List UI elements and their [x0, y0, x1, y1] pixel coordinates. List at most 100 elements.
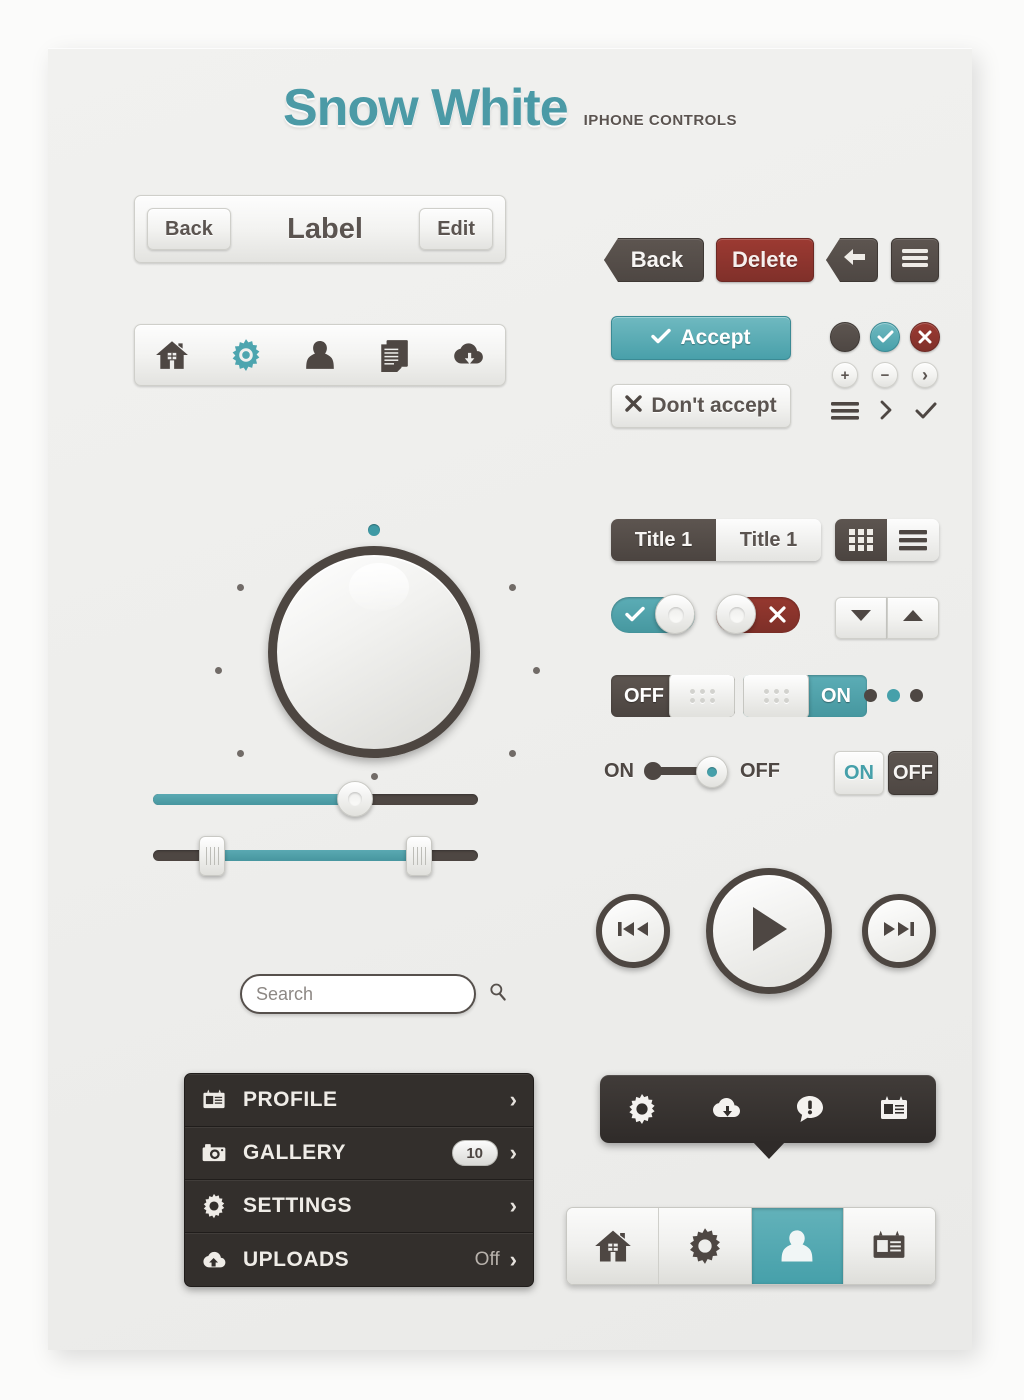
tab-home[interactable]: [567, 1208, 660, 1284]
next-button[interactable]: [862, 894, 936, 968]
segment-label: Title 1: [739, 528, 798, 551]
alert-bubble-icon[interactable]: [794, 1093, 826, 1125]
rotary-knob-control[interactable]: [215, 514, 540, 784]
toggle-handle[interactable]: [655, 594, 695, 634]
knob-indicator-dot: [368, 524, 380, 536]
knob-tick: [215, 667, 222, 674]
switch-handle[interactable]: [669, 675, 735, 717]
gear-icon: [201, 1193, 227, 1219]
previous-button[interactable]: [596, 894, 670, 968]
minus-icon[interactable]: −: [872, 362, 898, 388]
line-switch-rail[interactable]: [644, 754, 730, 788]
list-item[interactable]: PROFILE ›: [185, 1074, 533, 1127]
accept-button[interactable]: Accept: [611, 316, 791, 360]
stepper-up-button[interactable]: [887, 597, 939, 639]
range-handle-min[interactable]: [199, 836, 225, 876]
slider-handle[interactable]: [337, 781, 373, 817]
line-switch-off-label: OFF: [740, 759, 780, 782]
range-handle-max[interactable]: [406, 836, 432, 876]
plus-icon[interactable]: +: [832, 362, 858, 388]
list-item-label: SETTINGS: [243, 1194, 353, 1217]
delete-button[interactable]: Delete: [716, 238, 814, 282]
chevron-right-icon: ›: [509, 1246, 517, 1272]
person-icon[interactable]: [303, 338, 337, 372]
x-circle-icon[interactable]: [910, 322, 940, 352]
check-circle-icon[interactable]: [870, 322, 900, 352]
switch-label: ON: [821, 684, 851, 707]
chevron-right-icon[interactable]: [876, 398, 896, 422]
cloud-upload-icon: [201, 1247, 227, 1273]
hamburger-icon[interactable]: [831, 400, 859, 422]
knob-tick: [509, 750, 516, 757]
play-icon: [747, 905, 791, 958]
tab-card[interactable]: [843, 1208, 935, 1284]
menu-button[interactable]: [891, 238, 939, 282]
cloud-download-icon[interactable]: [710, 1093, 742, 1125]
hamburger-icon: [902, 248, 928, 273]
page-dot-active[interactable]: [887, 689, 900, 702]
list-item[interactable]: GALLERY 10 ›: [185, 1127, 533, 1180]
check-toggle[interactable]: [611, 594, 695, 634]
list-item[interactable]: UPLOADS Off ›: [185, 1233, 533, 1286]
gear-icon[interactable]: [229, 338, 263, 372]
chevron-right-circle-icon[interactable]: ›: [912, 362, 938, 388]
profile-card-icon[interactable]: [878, 1093, 910, 1125]
check-icon[interactable]: [914, 400, 938, 422]
nav-edit-button[interactable]: Edit: [419, 208, 493, 250]
knob-tick: [533, 667, 540, 674]
on-button[interactable]: ON: [834, 751, 884, 795]
search-field[interactable]: [240, 974, 506, 1014]
tab-settings[interactable]: [659, 1208, 752, 1284]
off-button[interactable]: OFF: [888, 751, 938, 795]
search-icon[interactable]: [488, 982, 508, 1007]
list-view-icon[interactable]: [887, 519, 939, 561]
x-icon: [625, 394, 643, 418]
knob-tick: [509, 584, 516, 591]
decline-button-label: Don't accept: [651, 394, 777, 417]
back-arrow-button-label: Back: [630, 247, 684, 272]
tooltip-pointer-icon: [752, 1141, 786, 1159]
grip-dots-icon: [763, 689, 789, 703]
toggle-handle[interactable]: [716, 594, 756, 634]
line-switch-handle[interactable]: [696, 756, 728, 788]
x-toggle[interactable]: [716, 594, 800, 634]
play-button[interactable]: [706, 868, 832, 994]
filled-circle-icon[interactable]: [830, 322, 860, 352]
document-icon[interactable]: [377, 338, 411, 372]
page-dot[interactable]: [910, 689, 923, 702]
list-item-value: Off: [474, 1248, 500, 1270]
delete-button-label: Delete: [731, 247, 799, 272]
triangle-down-icon: [851, 609, 871, 627]
nav-back-button[interactable]: Back: [147, 208, 231, 250]
tab-profile[interactable]: [751, 1208, 844, 1284]
knob-dial[interactable]: [268, 546, 480, 758]
triangle-up-icon: [903, 609, 923, 627]
home-icon[interactable]: [155, 338, 189, 372]
page-title: Snow White: [283, 79, 569, 137]
skip-forward-icon: [883, 919, 915, 944]
arrow-left-icon: [843, 247, 867, 273]
switch-on[interactable]: ON: [743, 675, 867, 717]
page-dot[interactable]: [864, 689, 877, 702]
decline-button[interactable]: Don't accept: [611, 384, 791, 428]
icon-toolbar: [134, 324, 506, 386]
stepper-down-button[interactable]: [835, 597, 887, 639]
segmented-control: Title 1 Title 1: [611, 519, 821, 561]
chevron-right-icon: ›: [509, 1193, 517, 1218]
segment-title-1-selected[interactable]: Title 1: [611, 519, 716, 561]
view-toggle: [835, 519, 939, 561]
knob-tick: [371, 773, 378, 780]
accept-button-label: Accept: [680, 326, 751, 349]
list-item[interactable]: SETTINGS ›: [185, 1180, 533, 1233]
search-input[interactable]: [256, 983, 488, 1005]
back-arrow-button[interactable]: Back: [604, 238, 704, 282]
grid-view-icon[interactable]: [835, 519, 887, 561]
switch-handle[interactable]: [743, 675, 809, 717]
gear-icon[interactable]: [626, 1093, 658, 1125]
cloud-download-icon[interactable]: [451, 338, 485, 372]
back-icon-button[interactable]: [826, 238, 878, 282]
line-switch[interactable]: ON OFF: [604, 754, 780, 788]
segment-title-1[interactable]: Title 1: [716, 519, 821, 561]
status-badge: 10: [451, 1140, 498, 1166]
switch-off[interactable]: OFF: [611, 675, 735, 717]
